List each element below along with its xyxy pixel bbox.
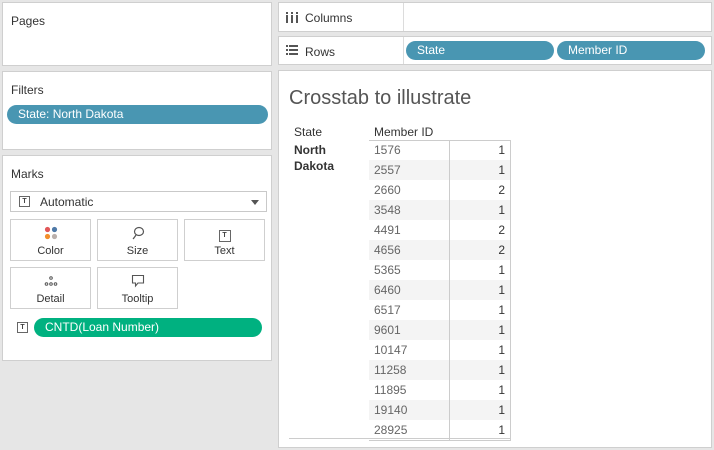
table-row[interactable]: 11895 1 [369, 380, 510, 400]
table-row[interactable]: 9601 1 [369, 320, 510, 340]
table-divider [449, 140, 450, 440]
size-button[interactable]: Size [97, 219, 178, 261]
count-cell: 1 [498, 423, 505, 437]
member-id-cell: 4491 [374, 223, 401, 237]
text-t-icon: T [185, 226, 264, 242]
columns-label: Columns [305, 11, 353, 25]
text-t-icon: T [17, 322, 28, 333]
table-row[interactable]: 19140 1 [369, 400, 510, 420]
color-button-label: Color [37, 245, 64, 257]
member-id-cell: 11258 [374, 363, 407, 377]
color-button[interactable]: Color [10, 219, 91, 261]
marks-title: Marks [11, 167, 44, 181]
table-row[interactable]: 3548 1 [369, 200, 510, 220]
rows-pill-state[interactable]: State [406, 41, 554, 60]
view-area: Crosstab to illustrate State Member ID N… [278, 70, 712, 448]
tooltip-button[interactable]: Tooltip [97, 267, 178, 309]
columns-shelf[interactable]: Columns [278, 2, 712, 32]
member-id-cell: 11895 [374, 383, 407, 397]
rows-pill-member-id[interactable]: Member ID [557, 41, 705, 60]
table-row[interactable]: 2660 2 [369, 180, 510, 200]
count-cell: 1 [498, 203, 505, 217]
count-cell: 1 [498, 263, 505, 277]
state-value[interactable]: North Dakota [294, 142, 354, 174]
tooltip-button-label: Tooltip [121, 293, 154, 305]
filters-title: Filters [11, 83, 44, 97]
tooltip-bubble-icon [98, 274, 177, 288]
table-row[interactable]: 4491 2 [369, 220, 510, 240]
count-cell: 1 [498, 303, 505, 317]
member-id-cell: 2557 [374, 163, 401, 177]
rows-shelf[interactable]: Rows State Member ID [278, 36, 712, 65]
columns-icon [286, 12, 298, 23]
table-row[interactable]: 6460 1 [369, 280, 510, 300]
size-lasso-icon [98, 226, 177, 240]
chevron-down-icon [251, 200, 259, 205]
cntd-loan-number-pill[interactable]: CNTD(Loan Number) [34, 318, 262, 337]
table-row[interactable]: 6517 1 [369, 300, 510, 320]
color-dots-icon [11, 226, 90, 240]
crosstab-table: 1576 1 2557 1 2660 2 3548 1 4491 2 4656 2 5365 1 6460 1… [369, 140, 511, 441]
table-row[interactable]: 11258 1 [369, 360, 510, 380]
rows-icon [286, 45, 298, 55]
pages-title: Pages [11, 14, 46, 28]
member-id-cell: 9601 [374, 323, 401, 337]
count-cell: 1 [498, 343, 505, 357]
mark-type-dropdown[interactable]: T Automatic [10, 191, 267, 212]
count-cell: 1 [498, 383, 505, 397]
filters-card[interactable]: Filters State: North Dakota [2, 71, 272, 150]
mark-type-value: Automatic [40, 195, 94, 209]
member-id-cell: 4656 [374, 243, 401, 257]
count-cell: 2 [498, 183, 505, 197]
count-cell: 1 [498, 363, 505, 377]
count-cell: 1 [498, 323, 505, 337]
shelf-divider [403, 37, 404, 64]
table-row[interactable]: 10147 1 [369, 340, 510, 360]
count-cell: 1 [498, 143, 505, 157]
view-title: Crosstab to illustrate [289, 87, 472, 109]
shelf-divider [403, 3, 404, 31]
member-id-cell: 6460 [374, 283, 401, 297]
size-button-label: Size [126, 245, 149, 257]
table-row[interactable]: 1576 1 [369, 140, 510, 160]
member-id-cell: 3548 [374, 203, 401, 217]
text-button-label: Text [214, 245, 235, 257]
count-cell: 2 [498, 223, 505, 237]
text-t-icon: T [19, 196, 30, 207]
filter-pill-state[interactable]: State: North Dakota [7, 105, 268, 124]
marks-card: Marks T Automatic Color Size T Text Deta… [2, 155, 272, 361]
member-id-cell: 5365 [374, 263, 401, 277]
table-row[interactable]: 5365 1 [369, 260, 510, 280]
detail-button[interactable]: Detail [10, 267, 91, 309]
table-row[interactable]: 4656 2 [369, 240, 510, 260]
state-column-header[interactable]: State [294, 125, 322, 139]
table-divider [289, 438, 510, 439]
pages-card[interactable]: Pages [2, 2, 272, 66]
text-button[interactable]: T Text [184, 219, 265, 261]
detail-button-label: Detail [36, 293, 65, 305]
count-cell: 1 [498, 283, 505, 297]
member-id-cell: 1576 [374, 143, 401, 157]
member-id-cell: 2660 [374, 183, 401, 197]
rows-label: Rows [305, 45, 336, 59]
count-cell: 1 [498, 163, 505, 177]
member-id-cell: 10147 [374, 343, 408, 357]
member-id-cell: 28925 [374, 423, 408, 437]
count-cell: 1 [498, 403, 505, 417]
member-id-column-header[interactable]: Member ID [374, 125, 433, 139]
detail-dots-icon [11, 274, 90, 288]
member-id-cell: 6517 [374, 303, 401, 317]
member-id-cell: 19140 [374, 403, 408, 417]
count-cell: 2 [498, 243, 505, 257]
table-row[interactable]: 2557 1 [369, 160, 510, 180]
table-row[interactable]: 28925 1 [369, 420, 510, 440]
